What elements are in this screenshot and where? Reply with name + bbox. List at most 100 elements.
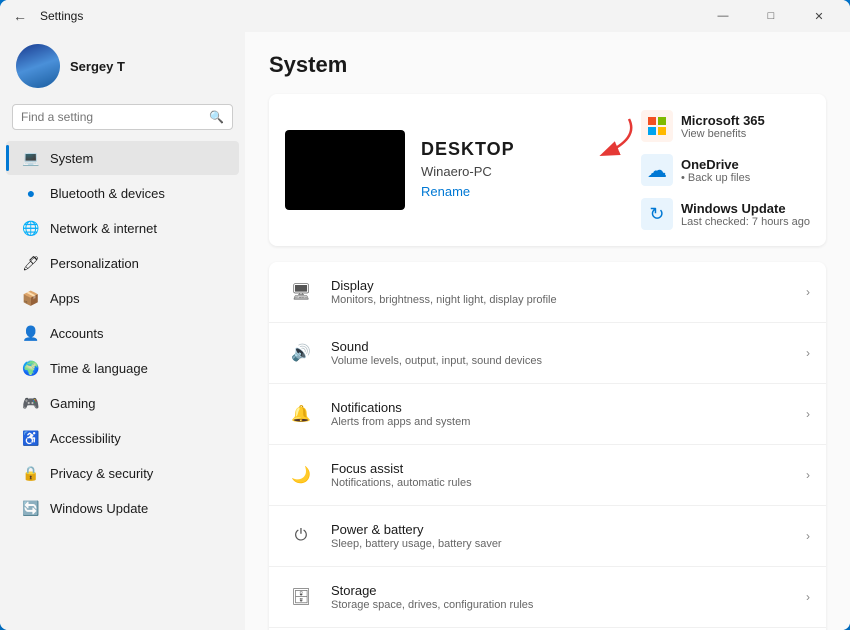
settings-item-power[interactable]: ⏻ Power & battery Sleep, battery usage, …: [269, 506, 826, 567]
sidebar-item-bluetooth[interactable]: ● Bluetooth & devices: [6, 176, 239, 210]
quick-link-m365[interactable]: Microsoft 365 View benefits: [641, 110, 810, 142]
onedrive-icon: ☁: [641, 154, 673, 186]
power-title: Power & battery: [331, 522, 792, 537]
search-icon: 🔍: [209, 110, 224, 124]
title-bar: ← Settings — □ ✕: [0, 0, 850, 32]
power-chevron: ›: [806, 529, 810, 543]
sidebar-label-gaming: Gaming: [50, 396, 96, 411]
sidebar-item-privacy[interactable]: 🔒 Privacy & security: [6, 456, 239, 490]
winupdate-icon: ↻: [641, 198, 673, 230]
quick-links: Microsoft 365 View benefits ☁ OneDrive •…: [641, 110, 810, 230]
page-title: System: [269, 52, 826, 78]
winupdate-title: Windows Update: [681, 201, 810, 216]
focus-icon: 🌙: [285, 459, 317, 491]
sidebar-label-accounts: Accounts: [50, 326, 103, 341]
main-area: Sergey T 🔍 💻 System ● Bluetooth & device…: [0, 32, 850, 630]
apps-icon: 📦: [22, 289, 40, 307]
settings-item-notifications[interactable]: 🔔 Notifications Alerts from apps and sys…: [269, 384, 826, 445]
pc-name: DESKTOP: [421, 139, 625, 160]
notifications-sub: Alerts from apps and system: [331, 416, 792, 428]
onedrive-sub: • Back up files: [681, 172, 750, 184]
quick-link-winupdate[interactable]: ↻ Windows Update Last checked: 7 hours a…: [641, 198, 810, 230]
sidebar-label-privacy: Privacy & security: [50, 466, 153, 481]
search-input[interactable]: [21, 110, 203, 124]
power-sub: Sleep, battery usage, battery saver: [331, 538, 792, 550]
bluetooth-icon: ●: [22, 184, 40, 202]
sidebar-label-system: System: [50, 151, 93, 166]
sidebar-item-system[interactable]: 💻 System: [6, 141, 239, 175]
sidebar-item-accessibility[interactable]: ♿ Accessibility: [6, 421, 239, 455]
storage-title: Storage: [331, 583, 792, 598]
focus-sub: Notifications, automatic rules: [331, 477, 792, 489]
display-icon: 🖥: [285, 276, 317, 308]
personalization-icon: 🖊: [22, 254, 40, 272]
accessibility-icon: ♿: [22, 429, 40, 447]
m365-icon: [641, 110, 673, 142]
notifications-chevron: ›: [806, 407, 810, 421]
storage-icon: 🗄: [285, 581, 317, 613]
sound-chevron: ›: [806, 346, 810, 360]
time-icon: 🌍: [22, 359, 40, 377]
m365-title: Microsoft 365: [681, 113, 765, 128]
avatar: [16, 44, 60, 88]
accounts-icon: 👤: [22, 324, 40, 342]
minimize-button[interactable]: —: [700, 0, 746, 32]
sidebar-label-accessibility: Accessibility: [50, 431, 121, 446]
notifications-title: Notifications: [331, 400, 792, 415]
display-chevron: ›: [806, 285, 810, 299]
sidebar-item-time[interactable]: 🌍 Time & language: [6, 351, 239, 385]
storage-sub: Storage space, drives, configuration rul…: [331, 599, 792, 611]
sound-title: Sound: [331, 339, 792, 354]
close-button[interactable]: ✕: [796, 0, 842, 32]
sidebar-label-network: Network & internet: [50, 221, 157, 236]
system-icon: 💻: [22, 149, 40, 167]
user-name: Sergey T: [70, 59, 125, 74]
content-area: System DESKTOP Winaero-PC Rename: [245, 32, 850, 630]
settings-item-display[interactable]: 🖥 Display Monitors, brightness, night li…: [269, 262, 826, 323]
sidebar: Sergey T 🔍 💻 System ● Bluetooth & device…: [0, 32, 245, 630]
settings-list: 🖥 Display Monitors, brightness, night li…: [269, 262, 826, 630]
display-title: Display: [331, 278, 792, 293]
sidebar-label-personalization: Personalization: [50, 256, 139, 271]
sidebar-label-apps: Apps: [50, 291, 80, 306]
pc-info: DESKTOP Winaero-PC Rename: [421, 139, 625, 201]
sidebar-item-update[interactable]: 🔄 Windows Update: [6, 491, 239, 525]
focus-chevron: ›: [806, 468, 810, 482]
settings-item-sound[interactable]: 🔊 Sound Volume levels, output, input, so…: [269, 323, 826, 384]
search-box[interactable]: 🔍: [12, 104, 233, 130]
sidebar-item-personalization[interactable]: 🖊 Personalization: [6, 246, 239, 280]
sidebar-label-time: Time & language: [50, 361, 148, 376]
settings-item-storage[interactable]: 🗄 Storage Storage space, drives, configu…: [269, 567, 826, 628]
network-icon: 🌐: [22, 219, 40, 237]
display-sub: Monitors, brightness, night light, displ…: [331, 294, 792, 306]
sidebar-label-update: Windows Update: [50, 501, 148, 516]
focus-title: Focus assist: [331, 461, 792, 476]
winupdate-sub: Last checked: 7 hours ago: [681, 216, 810, 228]
settings-item-focus[interactable]: 🌙 Focus assist Notifications, automatic …: [269, 445, 826, 506]
sidebar-label-bluetooth: Bluetooth & devices: [50, 186, 165, 201]
gaming-icon: 🎮: [22, 394, 40, 412]
sidebar-item-apps[interactable]: 📦 Apps: [6, 281, 239, 315]
quick-link-onedrive[interactable]: ☁ OneDrive • Back up files: [641, 154, 810, 186]
onedrive-title: OneDrive: [681, 157, 750, 172]
rename-link[interactable]: Rename: [421, 184, 470, 199]
settings-window: ← Settings — □ ✕ Sergey T 🔍: [0, 0, 850, 630]
m365-sub: View benefits: [681, 128, 765, 140]
update-icon: 🔄: [22, 499, 40, 517]
window-controls: — □ ✕: [700, 0, 842, 32]
window-title: Settings: [40, 9, 83, 23]
sidebar-item-network[interactable]: 🌐 Network & internet: [6, 211, 239, 245]
pc-id: Winaero-PC: [421, 164, 625, 179]
back-button[interactable]: ←: [8, 4, 32, 28]
sidebar-item-accounts[interactable]: 👤 Accounts: [6, 316, 239, 350]
storage-chevron: ›: [806, 590, 810, 604]
user-section: Sergey T: [0, 32, 245, 104]
maximize-button[interactable]: □: [748, 0, 794, 32]
power-icon: ⏻: [285, 520, 317, 552]
sidebar-nav: 💻 System ● Bluetooth & devices 🌐 Network…: [0, 140, 245, 620]
sound-sub: Volume levels, output, input, sound devi…: [331, 355, 792, 367]
notifications-icon: 🔔: [285, 398, 317, 430]
sound-icon: 🔊: [285, 337, 317, 369]
pc-card: DESKTOP Winaero-PC Rename: [269, 94, 826, 246]
sidebar-item-gaming[interactable]: 🎮 Gaming: [6, 386, 239, 420]
